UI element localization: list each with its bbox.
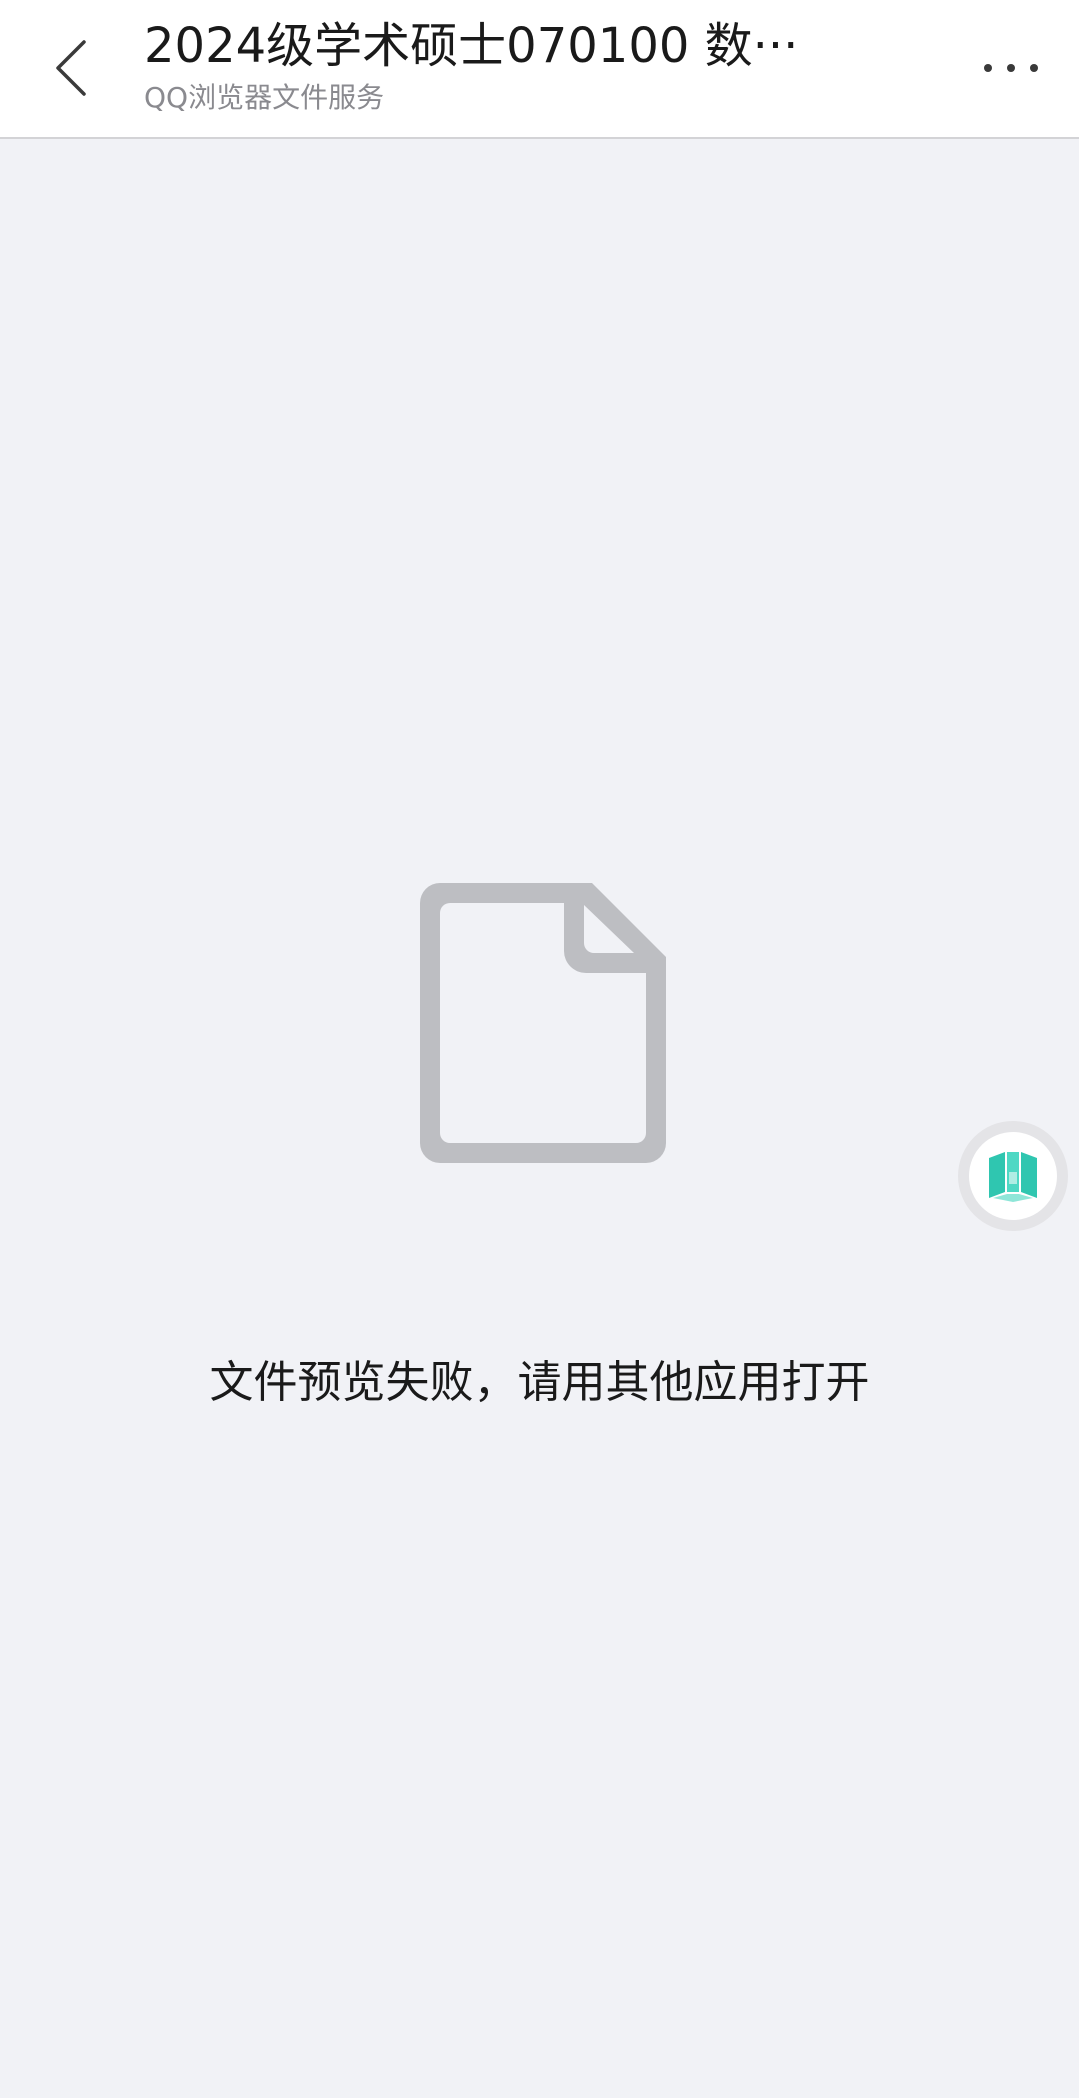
top-bar: 2024级学术硕士070100 数··· QQ浏览器文件服务 [0, 0, 1079, 139]
page-title: 2024级学术硕士070100 数··· [144, 18, 799, 74]
page-subtitle: QQ浏览器文件服务 [144, 81, 385, 114]
cube-app-icon [989, 1152, 1037, 1202]
preview-error-message: 文件预览失败，请用其他应用打开 [209, 1357, 870, 1408]
chevron-left-icon [56, 40, 86, 96]
more-dots-icon [984, 64, 992, 72]
preview-area: 文件预览失败，请用其他应用打开 [0, 139, 1079, 2098]
back-button[interactable] [40, 30, 104, 106]
document-icon [420, 883, 666, 1163]
more-button[interactable] [966, 46, 1056, 90]
floating-app-button[interactable] [958, 1121, 1068, 1231]
